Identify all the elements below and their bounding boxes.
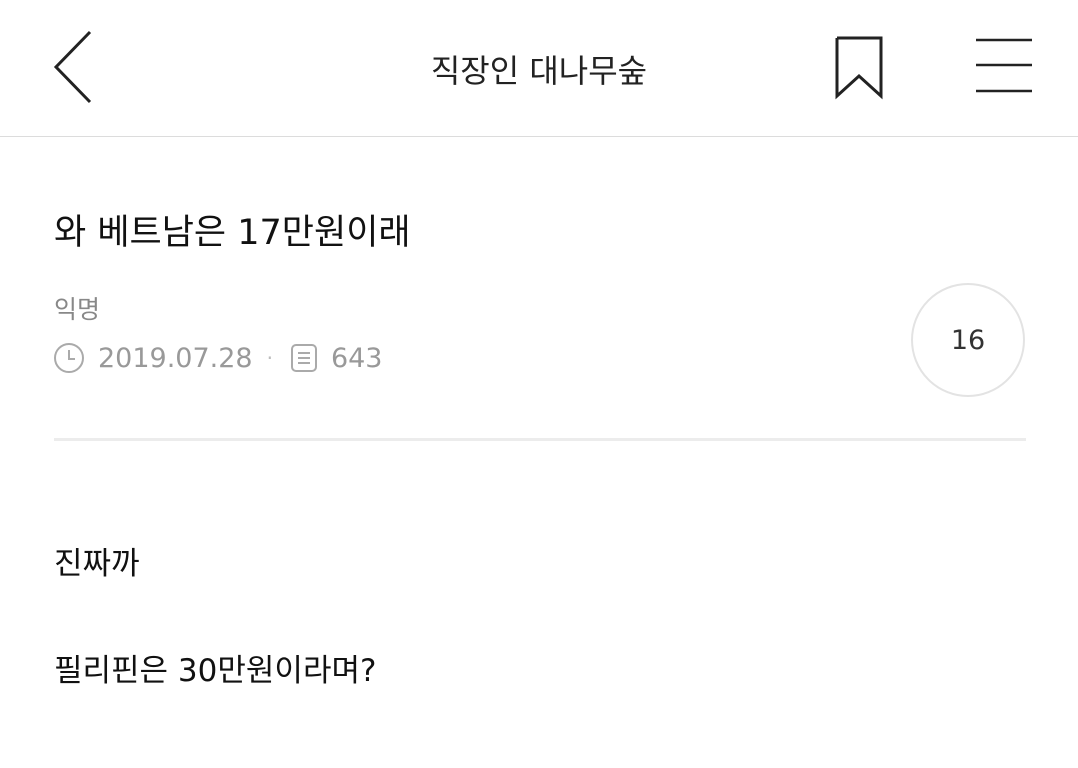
comment-count-button[interactable]: 16 xyxy=(911,283,1025,397)
hamburger-menu-icon xyxy=(976,38,1032,93)
clock-icon xyxy=(52,341,86,375)
meta-separator: · xyxy=(266,346,273,370)
page-title: 직장인 대나무숲 xyxy=(430,52,648,90)
bookmark-button[interactable] xyxy=(826,28,892,108)
post-body-line: 필리핀은 30만원이라며? xyxy=(54,653,377,689)
post-date: 2019.07.28 xyxy=(98,342,253,374)
bookmark-icon xyxy=(835,36,883,100)
menu-button[interactable] xyxy=(968,30,1042,104)
top-app-bar: 직장인 대나무숲 xyxy=(0,0,1078,137)
views-icon xyxy=(287,341,321,375)
view-count: 643 xyxy=(330,342,383,374)
post-title: 와 베트남은 17만원이래 xyxy=(54,213,411,253)
post-body-line: 진짜까 xyxy=(54,546,140,582)
post-author: 익명 xyxy=(54,295,101,324)
divider xyxy=(54,438,1026,441)
post-meta: 2019.07.28 · 643 xyxy=(52,338,383,378)
